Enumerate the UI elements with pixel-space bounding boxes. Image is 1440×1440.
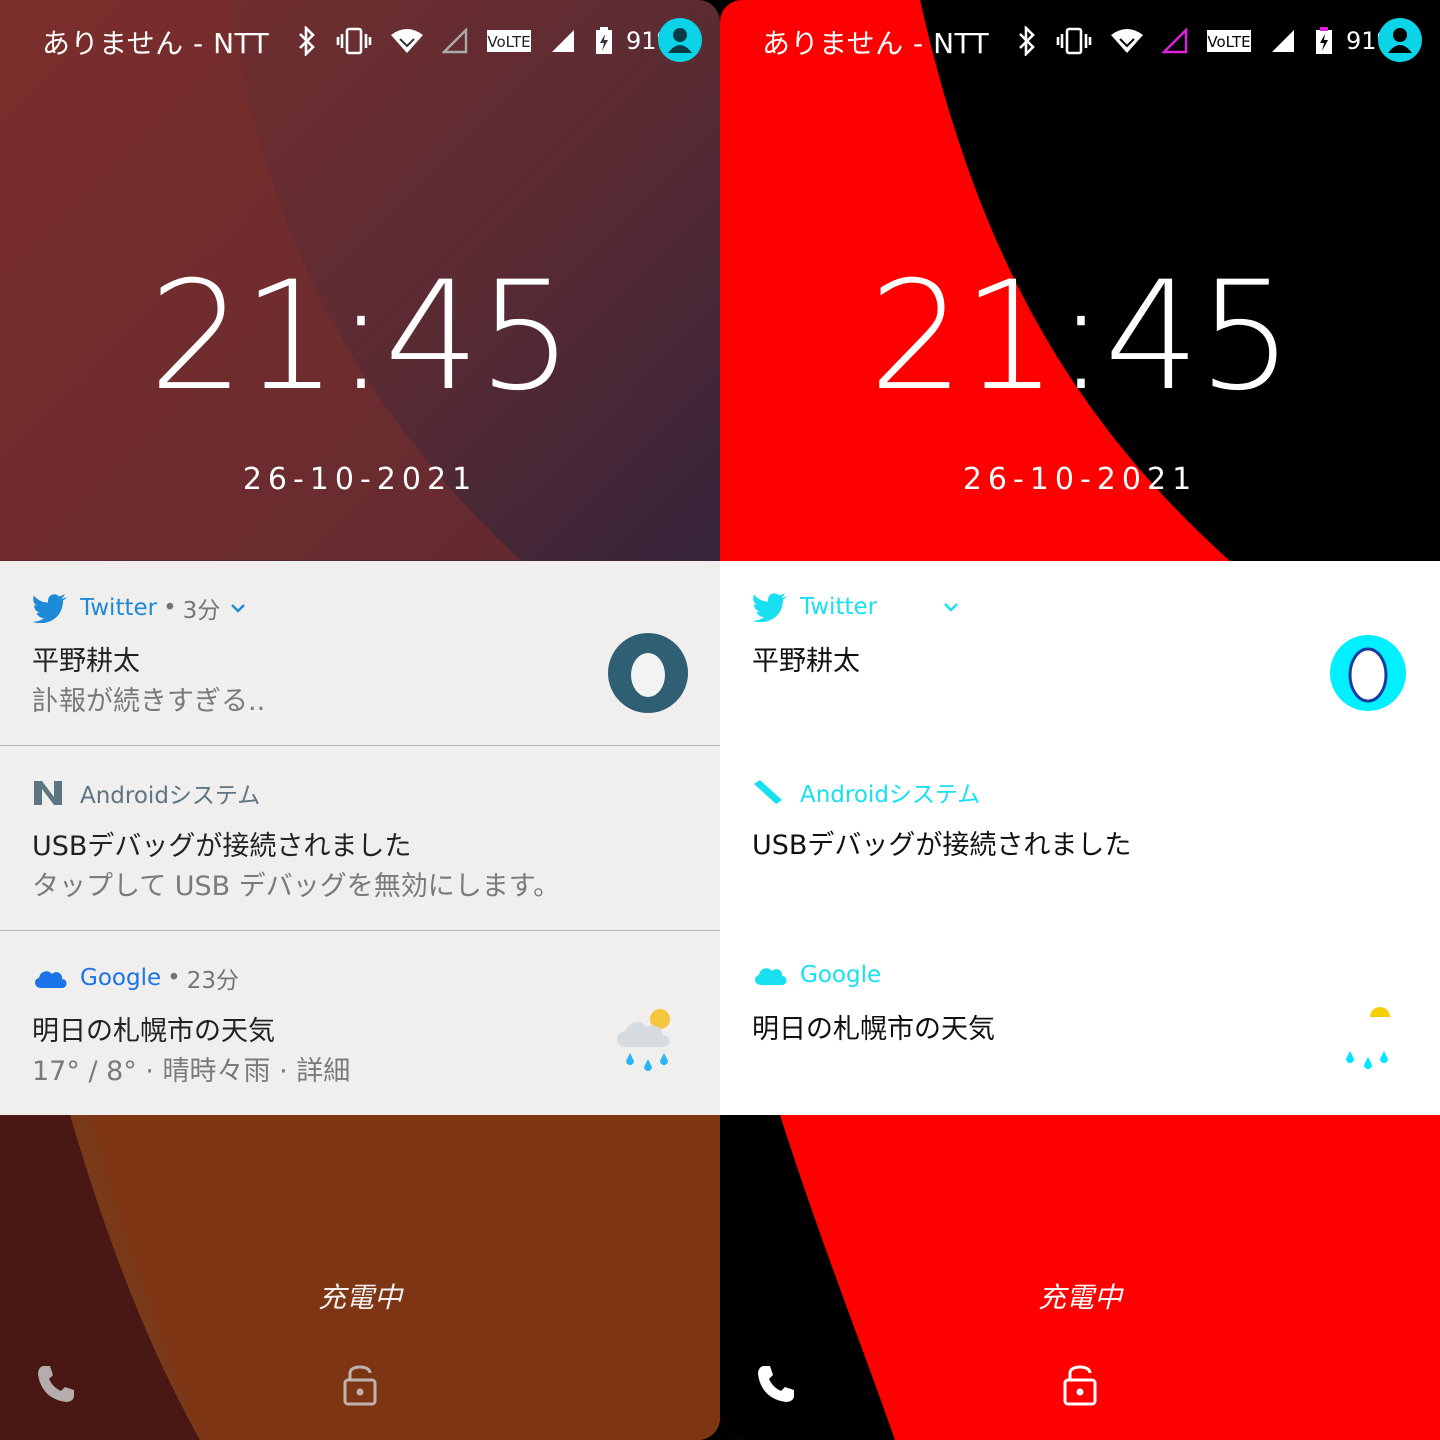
notification-list: Twitter 平野耕太 Androidシステム USBデバッグが接続されました	[720, 561, 1440, 1115]
charging-label: 充電中	[1037, 1281, 1122, 1314]
wifi-icon	[390, 27, 424, 55]
clock-time: 21:45	[868, 250, 1293, 424]
wifi-icon	[1110, 27, 1144, 55]
notification-twitter[interactable]: Twitter • 3分 平野耕太 訃報が続きすぎる..	[0, 561, 720, 746]
notification-android-system[interactable]: Androidシステム USBデバッグが接続されました タップして USB デバ…	[0, 746, 720, 931]
android-n-icon	[752, 776, 788, 808]
user-avatar-icon[interactable]	[1378, 18, 1422, 62]
separator-dot: •	[163, 595, 177, 621]
lock-icon[interactable]	[1060, 1362, 1100, 1412]
chevron-down-icon[interactable]	[230, 602, 246, 614]
user-avatar-icon[interactable]	[658, 18, 702, 62]
bluetooth-icon	[1016, 26, 1038, 56]
cloud-icon	[32, 962, 68, 994]
notification-title: USBデバッグが接続されました	[752, 830, 1132, 861]
carrier-label: ありません - NTT	[42, 27, 270, 60]
weather-rain-sun-icon	[608, 1003, 688, 1083]
lockscreen-original: ありません - NTT VoLTE 91% 21:45 26-10-2021 T…	[0, 0, 720, 1440]
app-name: Androidシステム	[800, 782, 981, 808]
app-name: Google	[80, 965, 162, 991]
notification-text: 訃報が続きすぎる..	[32, 686, 266, 717]
clock-time: 21:45	[148, 250, 573, 424]
lockscreen-high-contrast: ありません - NTT VoLTE 91% 21:45 26-10-2021 T…	[720, 0, 1440, 1440]
phone-icon[interactable]	[754, 1362, 798, 1410]
notification-age: 23分	[186, 968, 239, 994]
signal-empty-icon	[1162, 28, 1188, 54]
notification-header: Androidシステム	[32, 776, 260, 810]
svg-text:VoLTE: VoLTE	[1207, 33, 1250, 51]
lock-icon[interactable]	[340, 1362, 380, 1412]
notification-google-weather[interactable]: Google 明日の札幌市の天気	[720, 929, 1440, 1115]
notification-text: 17° / 8° · 晴時々雨 · 詳細	[32, 1056, 351, 1087]
volte-icon: VoLTE	[1206, 28, 1252, 54]
notification-title: 平野耕太	[752, 646, 860, 677]
volte-icon: VoLTE	[486, 28, 532, 54]
notification-header: Androidシステム	[752, 775, 980, 809]
vibrate-icon	[1056, 26, 1092, 56]
status-icons: VoLTE 91%	[1016, 22, 1399, 60]
weather-rain-sun-icon	[1328, 1001, 1408, 1081]
android-n-icon	[32, 777, 68, 809]
app-name: Twitter	[80, 595, 158, 621]
notification-header: Google • 23分	[32, 961, 239, 995]
bluetooth-icon	[296, 26, 318, 56]
status-bar: ありません - NTT VoLTE 91%	[720, 0, 1440, 82]
status-icons: VoLTE 91%	[296, 22, 679, 60]
notification-title: 明日の札幌市の天気	[752, 1014, 995, 1045]
svg-text:VoLTE: VoLTE	[487, 33, 530, 51]
notification-header: Twitter	[752, 591, 959, 623]
egg-avatar-icon	[608, 633, 688, 713]
twitter-bird-icon	[32, 592, 68, 624]
carrier-label: ありません - NTT	[762, 27, 990, 60]
app-name: Androidシステム	[80, 783, 261, 809]
chevron-down-icon[interactable]	[943, 601, 959, 613]
notification-age: 3分	[182, 598, 221, 624]
notification-title: USBデバッグが接続されました	[32, 831, 412, 862]
app-name: Google	[800, 962, 882, 988]
clock-date: 26-10-2021	[242, 462, 478, 497]
notification-google-weather[interactable]: Google • 23分 明日の札幌市の天気 17° / 8° · 晴時々雨 ·…	[0, 931, 720, 1117]
battery-charging-icon	[1314, 26, 1334, 56]
cloud-icon	[752, 959, 788, 991]
notification-text: タップして USB デバッグを無効にします。	[32, 871, 561, 902]
notification-list: Twitter • 3分 平野耕太 訃報が続きすぎる.. Androidシステム…	[0, 561, 720, 1115]
notification-header: Twitter • 3分	[32, 591, 246, 625]
notification-android-system[interactable]: Androidシステム USBデバッグが接続されました	[720, 745, 1440, 929]
separator-dot: •	[167, 965, 181, 991]
vibrate-icon	[336, 26, 372, 56]
signal-full-icon	[1270, 28, 1296, 54]
clock-date: 26-10-2021	[962, 462, 1198, 497]
status-bar: ありません - NTT VoLTE 91%	[0, 0, 720, 82]
phone-icon[interactable]	[34, 1362, 78, 1410]
notification-title: 平野耕太	[32, 646, 140, 677]
battery-charging-icon	[594, 26, 614, 56]
signal-full-icon	[550, 28, 576, 54]
charging-label: 充電中	[317, 1281, 402, 1314]
app-name: Twitter	[800, 594, 878, 620]
notification-header: Google	[752, 959, 881, 991]
signal-empty-icon	[442, 28, 468, 54]
egg-avatar-icon	[1328, 633, 1408, 713]
twitter-bird-icon	[752, 591, 788, 623]
notification-title: 明日の札幌市の天気	[32, 1016, 275, 1047]
notification-twitter[interactable]: Twitter 平野耕太	[720, 561, 1440, 745]
